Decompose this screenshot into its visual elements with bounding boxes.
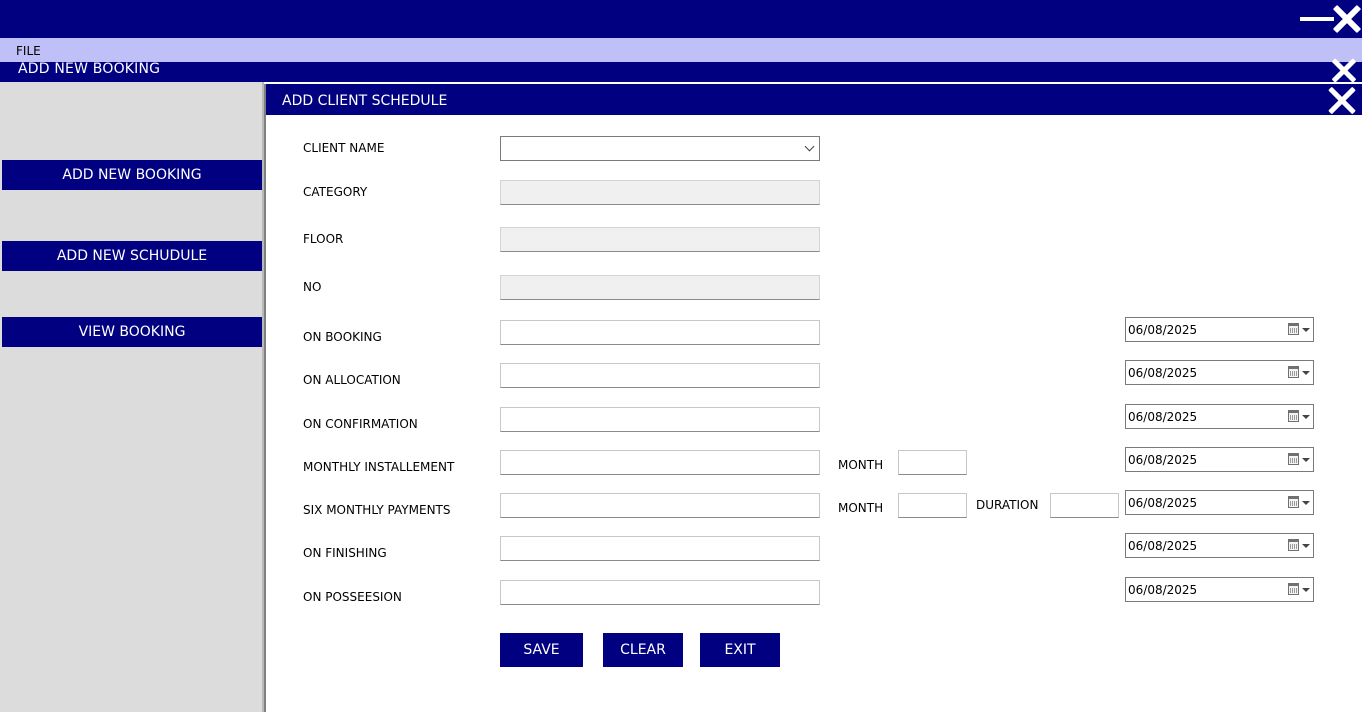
sidebar: ADD NEW BOOKING ADD NEW SCHUDULE VIEW BO… [0, 82, 264, 712]
six-monthly-payments-date: 06/08/2025 [1128, 496, 1198, 510]
on-booking-date: 06/08/2025 [1128, 323, 1198, 337]
on-allocation-date: 06/08/2025 [1128, 366, 1198, 380]
duration-label: DURATION [976, 498, 1039, 512]
on-posseesion-input[interactable] [500, 580, 820, 605]
monthly-month-label: MONTH [838, 458, 884, 472]
menu-bar: FILE [0, 38, 1362, 62]
add-new-booking-button[interactable]: ADD NEW BOOKING [2, 160, 262, 190]
six-monthly-payments-input[interactable] [500, 493, 820, 518]
dropdown-arrow-icon [1302, 544, 1310, 548]
schedule-window-titlebar: ADD CLIENT SCHEDULE [266, 84, 1362, 115]
six-month-label: MONTH [838, 501, 884, 515]
booking-window-title: ADD NEW BOOKING [18, 61, 161, 77]
calendar-icon [1288, 583, 1299, 595]
calendar-icon [1288, 453, 1299, 465]
monthly-installement-date: 06/08/2025 [1128, 453, 1198, 467]
on-finishing-date-picker[interactable]: 06/08/2025 [1125, 533, 1314, 558]
title-bar [0, 0, 1362, 38]
chevron-down-icon [804, 141, 815, 152]
close-icon[interactable] [1333, 4, 1361, 34]
monthly-installement-label: MONTHLY INSTALLEMENT [303, 460, 455, 474]
client-schedule-window: ADD CLIENT SCHEDULE CLIENT NAME CATEGORY… [264, 84, 1362, 712]
on-posseesion-label: ON POSSEESION [303, 590, 402, 604]
dropdown-arrow-icon [1302, 501, 1310, 505]
no-field [500, 275, 820, 300]
on-finishing-input[interactable] [500, 536, 820, 561]
client-name-label: CLIENT NAME [303, 141, 385, 155]
on-finishing-date: 06/08/2025 [1128, 539, 1198, 553]
six-month-input[interactable] [898, 493, 967, 518]
on-booking-label: ON BOOKING [303, 330, 382, 344]
duration-input[interactable] [1050, 493, 1119, 518]
floor-field [500, 227, 820, 252]
on-booking-input[interactable] [500, 320, 820, 345]
calendar-icon [1288, 323, 1299, 335]
minimize-icon[interactable] [1300, 17, 1334, 21]
close-schedule-window-icon[interactable] [1328, 86, 1356, 114]
on-confirmation-input[interactable] [500, 407, 820, 432]
category-field [500, 180, 820, 205]
on-posseesion-date: 06/08/2025 [1128, 583, 1198, 597]
no-label: NO [303, 280, 322, 294]
on-confirmation-label: ON CONFIRMATION [303, 417, 418, 431]
exit-button[interactable]: EXIT [700, 633, 780, 667]
calendar-icon [1288, 410, 1299, 422]
clear-button[interactable]: CLEAR [603, 633, 683, 667]
on-allocation-label: ON ALLOCATION [303, 373, 401, 387]
calendar-icon [1288, 539, 1299, 551]
calendar-icon [1288, 496, 1299, 508]
monthly-installement-date-picker[interactable]: 06/08/2025 [1125, 447, 1314, 472]
booking-window-titlebar: ADD NEW BOOKING [0, 61, 1362, 82]
on-allocation-date-picker[interactable]: 06/08/2025 [1125, 360, 1314, 385]
on-confirmation-date: 06/08/2025 [1128, 410, 1198, 424]
on-allocation-input[interactable] [500, 363, 820, 388]
dropdown-arrow-icon [1302, 458, 1310, 462]
on-booking-date-picker[interactable]: 06/08/2025 [1125, 317, 1314, 342]
add-new-schedule-button[interactable]: ADD NEW SCHUDULE [2, 241, 262, 271]
six-monthly-payments-date-picker[interactable]: 06/08/2025 [1125, 490, 1314, 515]
category-label: CATEGORY [303, 185, 368, 199]
dropdown-arrow-icon [1302, 371, 1310, 375]
menu-file[interactable]: FILE [16, 44, 41, 58]
on-confirmation-date-picker[interactable]: 06/08/2025 [1125, 404, 1314, 429]
dropdown-arrow-icon [1302, 415, 1310, 419]
client-name-select[interactable] [500, 136, 820, 161]
dropdown-arrow-icon [1302, 588, 1310, 592]
on-finishing-label: ON FINISHING [303, 546, 387, 560]
six-monthly-payments-label: SIX MONTHLY PAYMENTS [303, 503, 451, 517]
save-button[interactable]: SAVE [500, 633, 583, 667]
monthly-month-input[interactable] [898, 450, 967, 475]
close-booking-window-icon[interactable] [1330, 58, 1358, 82]
floor-label: FLOOR [303, 232, 344, 246]
schedule-window-title: ADD CLIENT SCHEDULE [282, 93, 448, 109]
calendar-icon [1288, 366, 1299, 378]
monthly-installement-input[interactable] [500, 450, 820, 475]
view-booking-button[interactable]: VIEW BOOKING [2, 317, 262, 347]
on-posseesion-date-picker[interactable]: 06/08/2025 [1125, 577, 1314, 602]
dropdown-arrow-icon [1302, 328, 1310, 332]
